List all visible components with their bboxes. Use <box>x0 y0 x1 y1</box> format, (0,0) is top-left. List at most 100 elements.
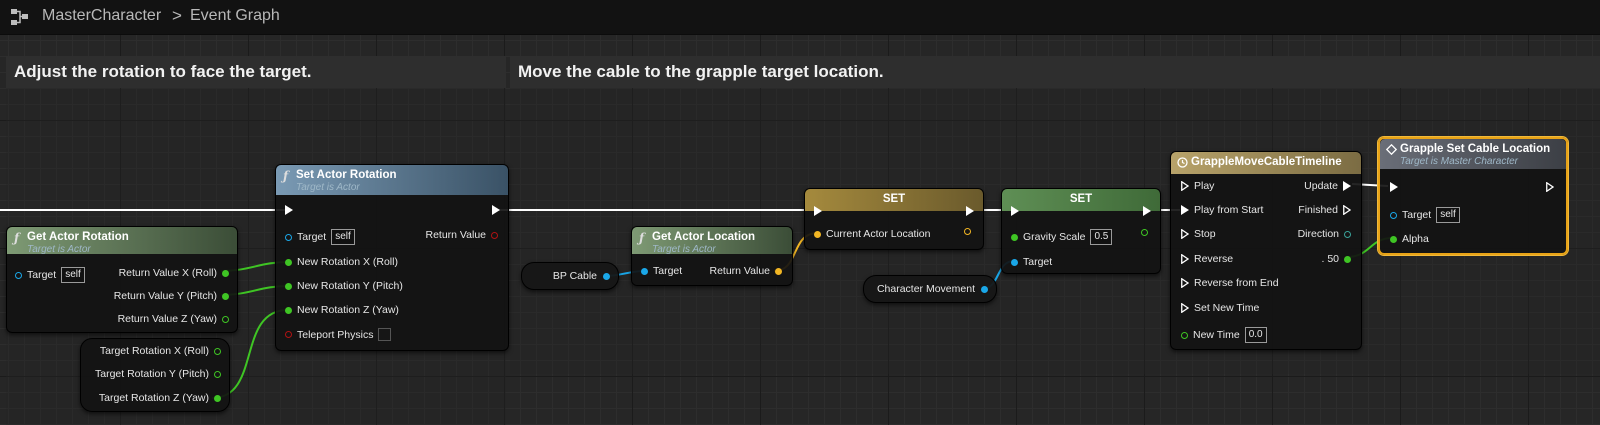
pin-direction[interactable]: Direction <box>1298 228 1351 240</box>
pin-finished[interactable]: Finished <box>1298 204 1351 216</box>
pin-reverse-from-end[interactable]: Reverse from End <box>1181 277 1279 289</box>
breadcrumb-graph[interactable]: Event Graph <box>190 7 280 25</box>
pin-return-x[interactable]: Return Value X (Roll) <box>119 267 229 279</box>
node-header: Grapple Set Cable Location Target is Mas… <box>1380 139 1566 169</box>
exec-out-pin[interactable] <box>492 205 500 215</box>
exec-pin-icon <box>1181 205 1189 215</box>
pin-return-value[interactable]: Return Value <box>425 229 498 241</box>
exec-pin-icon <box>1143 206 1151 216</box>
pin-reverse[interactable]: Reverse <box>1181 253 1233 265</box>
float-pin-icon <box>214 370 221 378</box>
node-target-rotation-vars[interactable]: Target Rotation X (Roll) Target Rotation… <box>80 338 230 412</box>
node-title: Grapple Set Cable Location <box>1400 143 1551 155</box>
node-bp-cable-var[interactable]: BP Cable <box>521 262 619 290</box>
pin-play[interactable]: Play <box>1181 180 1214 192</box>
pin-teleport-physics[interactable]: Teleport Physics <box>285 328 392 341</box>
pin-new-rotation-y[interactable]: New Rotation Y (Pitch) <box>285 280 403 292</box>
exec-pin-icon <box>285 205 293 215</box>
function-icon: ƒ <box>639 231 645 245</box>
node-grapple-set-cable-location[interactable]: Grapple Set Cable Location Target is Mas… <box>1378 137 1568 255</box>
node-header: SET <box>1002 189 1160 211</box>
node-character-movement-var[interactable]: Character Movement <box>863 275 997 303</box>
node-grapple-move-cable-timeline[interactable]: GrappleMoveCableTimeline Play Play from … <box>1170 151 1362 350</box>
pin-alpha[interactable]: Alpha <box>1390 233 1429 245</box>
var-label: Character Movement <box>876 283 975 295</box>
function-icon: ƒ <box>283 169 289 183</box>
exec-pin-icon <box>814 206 822 216</box>
object-pin-icon <box>641 267 648 275</box>
target-default-value[interactable]: self <box>1436 207 1460 223</box>
pin-track[interactable]: . 50 <box>1321 253 1351 265</box>
target-default-value[interactable]: self <box>331 229 355 245</box>
pin-return-y[interactable]: Return Value Y (Pitch) <box>114 290 229 302</box>
diamond-icon <box>1386 144 1397 155</box>
node-subtitle: Target is Actor <box>296 182 360 193</box>
node-header: SET <box>805 189 983 211</box>
pin-set-new-time[interactable]: Set New Time <box>1181 302 1259 314</box>
vector-pin-icon <box>775 267 782 275</box>
object-pin-icon[interactable] <box>981 285 988 293</box>
pin-target-rotation-x[interactable]: Target Rotation X (Roll) <box>100 345 221 357</box>
node-set-current-actor-location[interactable]: SET Current Actor Location <box>804 188 984 250</box>
pin-target-rotation-z[interactable]: Target Rotation Z (Yaw) <box>99 392 221 404</box>
pin-new-rotation-z[interactable]: New Rotation Z (Yaw) <box>285 304 399 316</box>
exec-in-pin[interactable] <box>1390 182 1398 192</box>
bool-pin-icon <box>285 331 292 338</box>
pin-stop[interactable]: Stop <box>1181 228 1216 240</box>
pin-label: Target Rotation Z (Yaw) <box>98 392 209 404</box>
object-pin-icon <box>1390 211 1397 219</box>
pin-new-time[interactable]: New Time 0.0 <box>1181 327 1267 343</box>
object-pin-icon[interactable] <box>603 272 610 280</box>
pin-label: Reverse from End <box>1194 277 1279 289</box>
pin-target[interactable]: Target self <box>15 267 85 283</box>
pin-target[interactable]: Target <box>1011 256 1052 268</box>
bool-pin-icon <box>491 231 498 239</box>
exec-out-pin[interactable] <box>1546 182 1554 192</box>
teleport-checkbox[interactable] <box>378 328 392 341</box>
pin-play-from-start[interactable]: Play from Start <box>1181 204 1263 216</box>
exec-out-pin[interactable] <box>966 206 974 216</box>
pin-update[interactable]: Update <box>1304 180 1351 192</box>
vector-pin-icon <box>814 230 821 238</box>
pin-target-rotation-y[interactable]: Target Rotation Y (Pitch) <box>95 368 221 380</box>
pin-label: New Rotation Z (Yaw) <box>297 304 399 316</box>
exec-in-pin[interactable] <box>285 205 293 215</box>
float-pin-icon <box>214 394 221 402</box>
pin-label: New Time <box>1193 329 1240 341</box>
new-time-value[interactable]: 0.0 <box>1244 327 1267 343</box>
pin-target[interactable]: Target self <box>1390 207 1460 223</box>
exec-in-pin[interactable] <box>1011 206 1019 216</box>
node-header: GrappleMoveCableTimeline <box>1171 152 1361 174</box>
node-get-actor-location[interactable]: ƒ Get Actor Location Target is Actor Tar… <box>631 226 793 286</box>
pin-return-value[interactable]: Return Value <box>709 265 782 277</box>
breadcrumb-blueprint[interactable]: MasterCharacter <box>42 7 161 25</box>
pin-new-rotation-x[interactable]: New Rotation X (Roll) <box>285 256 398 268</box>
pin-label: Direction <box>1297 228 1339 240</box>
exec-pin-icon <box>492 205 500 215</box>
pin-current-actor-location[interactable]: Current Actor Location <box>814 228 930 240</box>
exec-pin-icon <box>1390 182 1398 192</box>
exec-pin-icon <box>1011 206 1019 216</box>
pin-current-actor-location-out[interactable] <box>964 228 971 235</box>
pin-gravity-scale-out[interactable] <box>1141 229 1148 236</box>
float-pin-icon <box>1181 331 1188 339</box>
node-set-actor-rotation[interactable]: ƒ Set Actor Rotation Target is Actor Tar… <box>275 164 509 351</box>
float-pin-icon <box>222 315 229 323</box>
node-get-actor-rotation[interactable]: ƒ Get Actor Rotation Target is Actor Tar… <box>6 226 238 333</box>
float-pin-icon <box>222 292 229 300</box>
pin-return-z[interactable]: Return Value Z (Yaw) <box>118 313 229 325</box>
node-header: ƒ Get Actor Location Target is Actor <box>632 227 792 255</box>
gravity-scale-value[interactable]: 0.5 <box>1090 229 1113 245</box>
node-set-gravity-scale[interactable]: SET Gravity Scale 0.5 Target <box>1001 188 1161 274</box>
node-title: SET <box>882 193 906 205</box>
pin-label: Return Value <box>425 229 486 241</box>
pin-gravity-scale[interactable]: Gravity Scale 0.5 <box>1011 229 1113 245</box>
exec-pin-icon <box>1181 278 1189 288</box>
exec-in-pin[interactable] <box>814 206 822 216</box>
target-default-value[interactable]: self <box>61 267 85 283</box>
pin-target[interactable]: Target self <box>285 229 355 245</box>
pin-target[interactable]: Target <box>641 265 682 277</box>
float-pin-icon <box>1141 229 1148 236</box>
pin-label: Target <box>1402 209 1432 221</box>
exec-out-pin[interactable] <box>1143 206 1151 216</box>
